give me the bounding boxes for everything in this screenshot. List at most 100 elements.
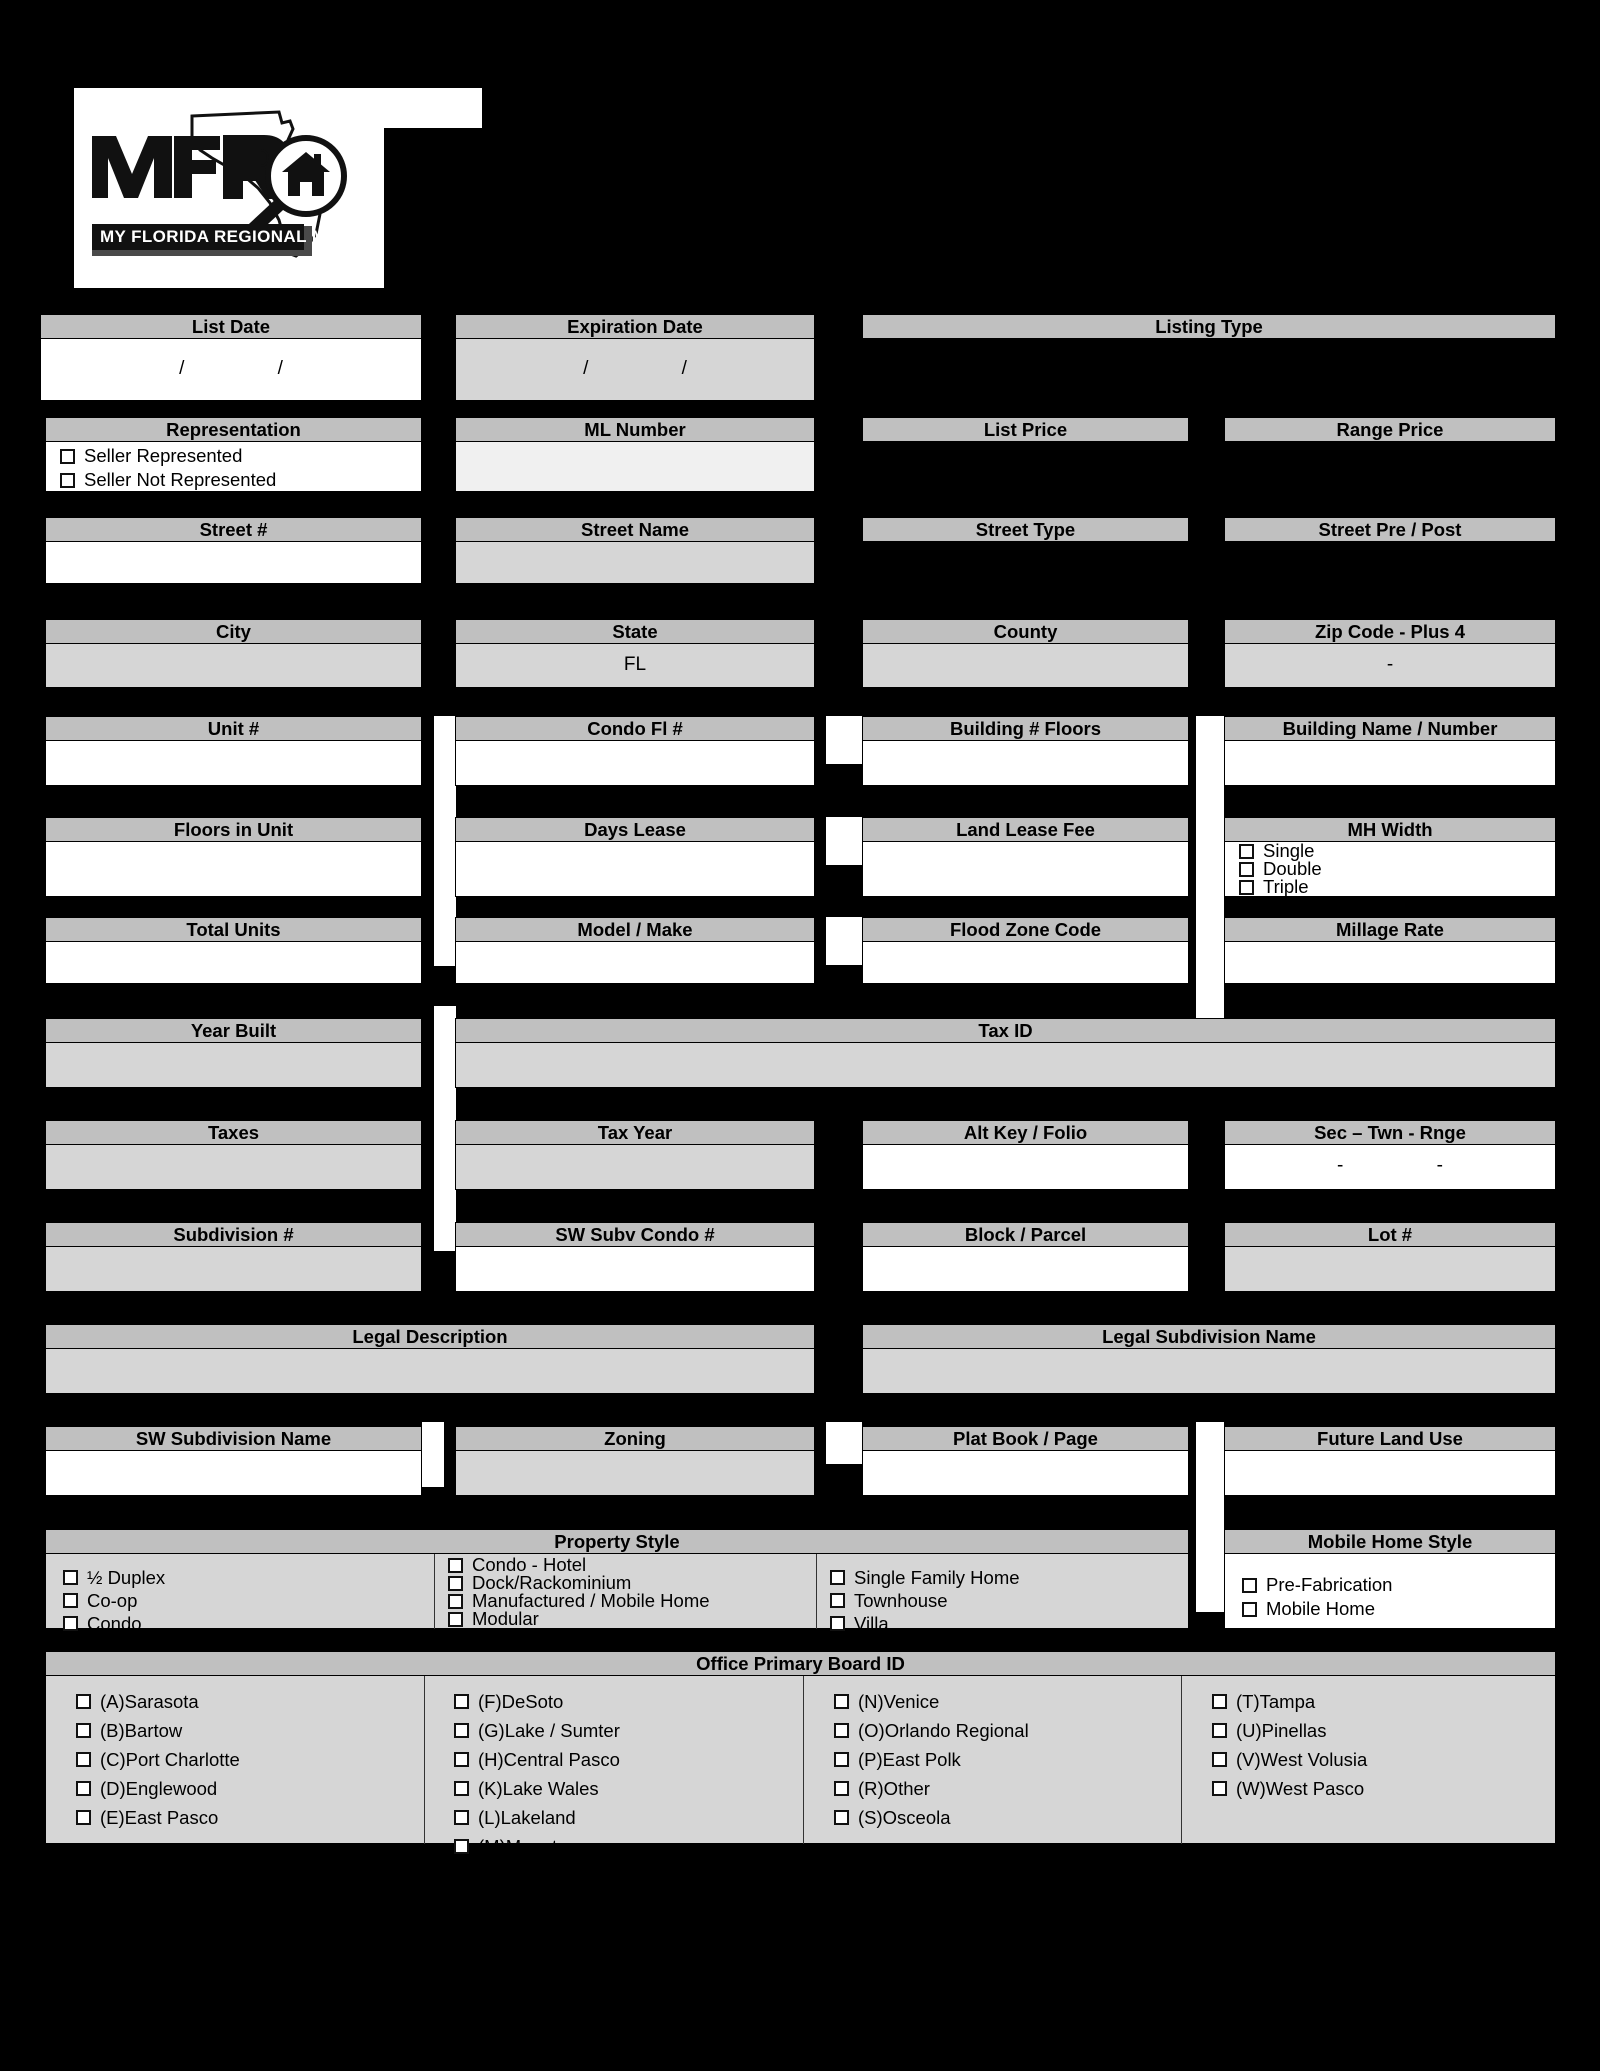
checkbox-condo[interactable]: Condo bbox=[63, 1612, 142, 1635]
year-built-input[interactable] bbox=[45, 1043, 422, 1088]
block-parcel-input[interactable] bbox=[862, 1247, 1189, 1292]
state-input[interactable]: FL bbox=[455, 644, 815, 688]
street-number-input[interactable] bbox=[45, 542, 422, 584]
checkbox-box-icon[interactable] bbox=[63, 1616, 78, 1631]
checkbox-box-icon[interactable] bbox=[448, 1575, 463, 1591]
checkbox-board-b-bartow[interactable]: (B)Bartow bbox=[76, 1716, 182, 1745]
checkbox-modular[interactable]: Modular bbox=[448, 1609, 539, 1629]
flood-zone-code-input[interactable] bbox=[862, 942, 1189, 984]
checkbox-box-icon[interactable] bbox=[830, 1616, 845, 1631]
checkbox-box-icon[interactable] bbox=[1212, 1694, 1227, 1709]
unit-number-input[interactable] bbox=[45, 741, 422, 786]
checkbox-board-o-orlando-regional[interactable]: (O)Orlando Regional bbox=[834, 1716, 1029, 1745]
checkbox-mh-triple[interactable]: Triple bbox=[1239, 877, 1309, 897]
subdivision-number-input[interactable] bbox=[45, 1247, 422, 1292]
checkbox-single-family-home[interactable]: Single Family Home bbox=[830, 1566, 1020, 1589]
checkbox-board-k-lake-wales[interactable]: (K)Lake Wales bbox=[454, 1774, 599, 1803]
checkbox-box-icon[interactable] bbox=[1212, 1752, 1227, 1767]
checkbox-box-icon[interactable] bbox=[1242, 1577, 1257, 1593]
list-price-input[interactable] bbox=[862, 442, 1189, 492]
zoning-input[interactable] bbox=[455, 1451, 815, 1496]
checkbox-box-icon[interactable] bbox=[454, 1810, 469, 1825]
building-name-number-input[interactable] bbox=[1224, 741, 1556, 786]
city-input[interactable] bbox=[45, 644, 422, 688]
checkbox-box-icon[interactable] bbox=[1212, 1781, 1227, 1796]
checkbox-box-icon[interactable] bbox=[454, 1752, 469, 1767]
checkbox-board-f-desoto[interactable]: (F)DeSoto bbox=[454, 1687, 563, 1716]
legal-description-input[interactable] bbox=[45, 1349, 815, 1394]
listing-type-input[interactable] bbox=[862, 339, 1556, 401]
checkbox-box-icon[interactable] bbox=[830, 1593, 845, 1608]
checkbox-board-r-other[interactable]: (R)Other bbox=[834, 1774, 930, 1803]
street-name-input[interactable] bbox=[455, 542, 815, 584]
checkbox-half-duplex[interactable]: ½ Duplex bbox=[63, 1566, 165, 1589]
checkbox-board-p-east-polk[interactable]: (P)East Polk bbox=[834, 1745, 961, 1774]
building-num-floors-input[interactable] bbox=[862, 741, 1189, 786]
sec-twn-rnge-input[interactable]: - - bbox=[1224, 1145, 1556, 1190]
checkbox-box-icon[interactable] bbox=[76, 1781, 91, 1796]
sw-subv-condo-number-input[interactable] bbox=[455, 1247, 815, 1292]
zip-code-input[interactable]: - bbox=[1224, 644, 1556, 688]
checkbox-box-icon[interactable] bbox=[1239, 879, 1254, 895]
floors-in-unit-input[interactable] bbox=[45, 842, 422, 897]
checkbox-box-icon[interactable] bbox=[454, 1694, 469, 1709]
lot-number-input[interactable] bbox=[1224, 1247, 1556, 1292]
tax-id-input[interactable] bbox=[455, 1043, 1556, 1088]
checkbox-pre-fabrication[interactable]: Pre-Fabrication bbox=[1242, 1573, 1392, 1597]
checkbox-box-icon[interactable] bbox=[76, 1752, 91, 1767]
checkbox-board-l-lakeland[interactable]: (L)Lakeland bbox=[454, 1803, 576, 1832]
checkbox-box-icon[interactable] bbox=[1212, 1723, 1227, 1738]
alt-key-folio-input[interactable] bbox=[862, 1145, 1189, 1190]
street-type-input[interactable] bbox=[862, 542, 1189, 584]
range-price-input[interactable] bbox=[1224, 442, 1556, 492]
checkbox-villa[interactable]: Villa bbox=[830, 1612, 889, 1635]
checkbox-board-t-tampa[interactable]: (T)Tampa bbox=[1212, 1687, 1315, 1716]
checkbox-seller-represented[interactable]: Seller Represented bbox=[60, 444, 242, 468]
checkbox-box-icon[interactable] bbox=[76, 1723, 91, 1738]
checkbox-box-icon[interactable] bbox=[834, 1752, 849, 1767]
checkbox-co-op[interactable]: Co-op bbox=[63, 1589, 137, 1612]
checkbox-box-icon[interactable] bbox=[1242, 1601, 1257, 1617]
checkbox-box-icon[interactable] bbox=[834, 1781, 849, 1796]
sw-subdivision-name-input[interactable] bbox=[45, 1451, 422, 1496]
checkbox-board-n-venice[interactable]: (N)Venice bbox=[834, 1687, 939, 1716]
taxes-input[interactable] bbox=[45, 1145, 422, 1190]
checkbox-board-v-west-volusia[interactable]: (V)West Volusia bbox=[1212, 1745, 1367, 1774]
checkbox-box-icon[interactable] bbox=[830, 1570, 845, 1585]
checkbox-box-icon[interactable] bbox=[60, 448, 75, 464]
land-lease-fee-input[interactable] bbox=[862, 842, 1189, 897]
checkbox-board-d-englewood[interactable]: (D)Englewood bbox=[76, 1774, 217, 1803]
checkbox-box-icon[interactable] bbox=[454, 1723, 469, 1738]
checkbox-box-icon[interactable] bbox=[60, 472, 75, 488]
checkbox-seller-not-represented[interactable]: Seller Not Represented bbox=[60, 468, 276, 492]
checkbox-board-s-osceola[interactable]: (S)Osceola bbox=[834, 1803, 951, 1832]
checkbox-box-icon[interactable] bbox=[834, 1694, 849, 1709]
checkbox-box-icon[interactable] bbox=[1239, 861, 1254, 877]
checkbox-box-icon[interactable] bbox=[76, 1694, 91, 1709]
days-lease-input[interactable] bbox=[455, 842, 815, 897]
checkbox-box-icon[interactable] bbox=[76, 1810, 91, 1825]
plat-book-page-input[interactable] bbox=[862, 1451, 1189, 1496]
ml-number-input[interactable] bbox=[455, 442, 815, 492]
checkbox-board-e-east-pasco[interactable]: (E)East Pasco bbox=[76, 1803, 218, 1832]
list-date-input[interactable]: / / bbox=[40, 339, 422, 401]
checkbox-box-icon[interactable] bbox=[63, 1593, 78, 1608]
checkbox-box-icon[interactable] bbox=[448, 1557, 463, 1573]
total-units-input[interactable] bbox=[45, 942, 422, 984]
checkbox-board-u-pinellas[interactable]: (U)Pinellas bbox=[1212, 1716, 1326, 1745]
checkbox-box-icon[interactable] bbox=[834, 1810, 849, 1825]
checkbox-board-c-port-charlotte[interactable]: (C)Port Charlotte bbox=[76, 1745, 240, 1774]
county-input[interactable] bbox=[862, 644, 1189, 688]
checkbox-board-w-west-pasco[interactable]: (W)West Pasco bbox=[1212, 1774, 1364, 1803]
millage-rate-input[interactable] bbox=[1224, 942, 1556, 984]
checkbox-townhouse[interactable]: Townhouse bbox=[830, 1589, 948, 1612]
checkbox-box-icon[interactable] bbox=[448, 1611, 463, 1627]
checkbox-box-icon[interactable] bbox=[1239, 843, 1254, 859]
checkbox-board-m-manatee[interactable]: (M)Manatee bbox=[454, 1832, 578, 1861]
checkbox-board-g-lake-sumter[interactable]: (G)Lake / Sumter bbox=[454, 1716, 620, 1745]
street-pre-post-input[interactable] bbox=[1224, 542, 1556, 584]
condo-fl-number-input[interactable] bbox=[455, 741, 815, 786]
checkbox-box-icon[interactable] bbox=[834, 1723, 849, 1738]
future-land-use-input[interactable] bbox=[1224, 1451, 1556, 1496]
checkbox-mobile-home[interactable]: Mobile Home bbox=[1242, 1597, 1375, 1621]
